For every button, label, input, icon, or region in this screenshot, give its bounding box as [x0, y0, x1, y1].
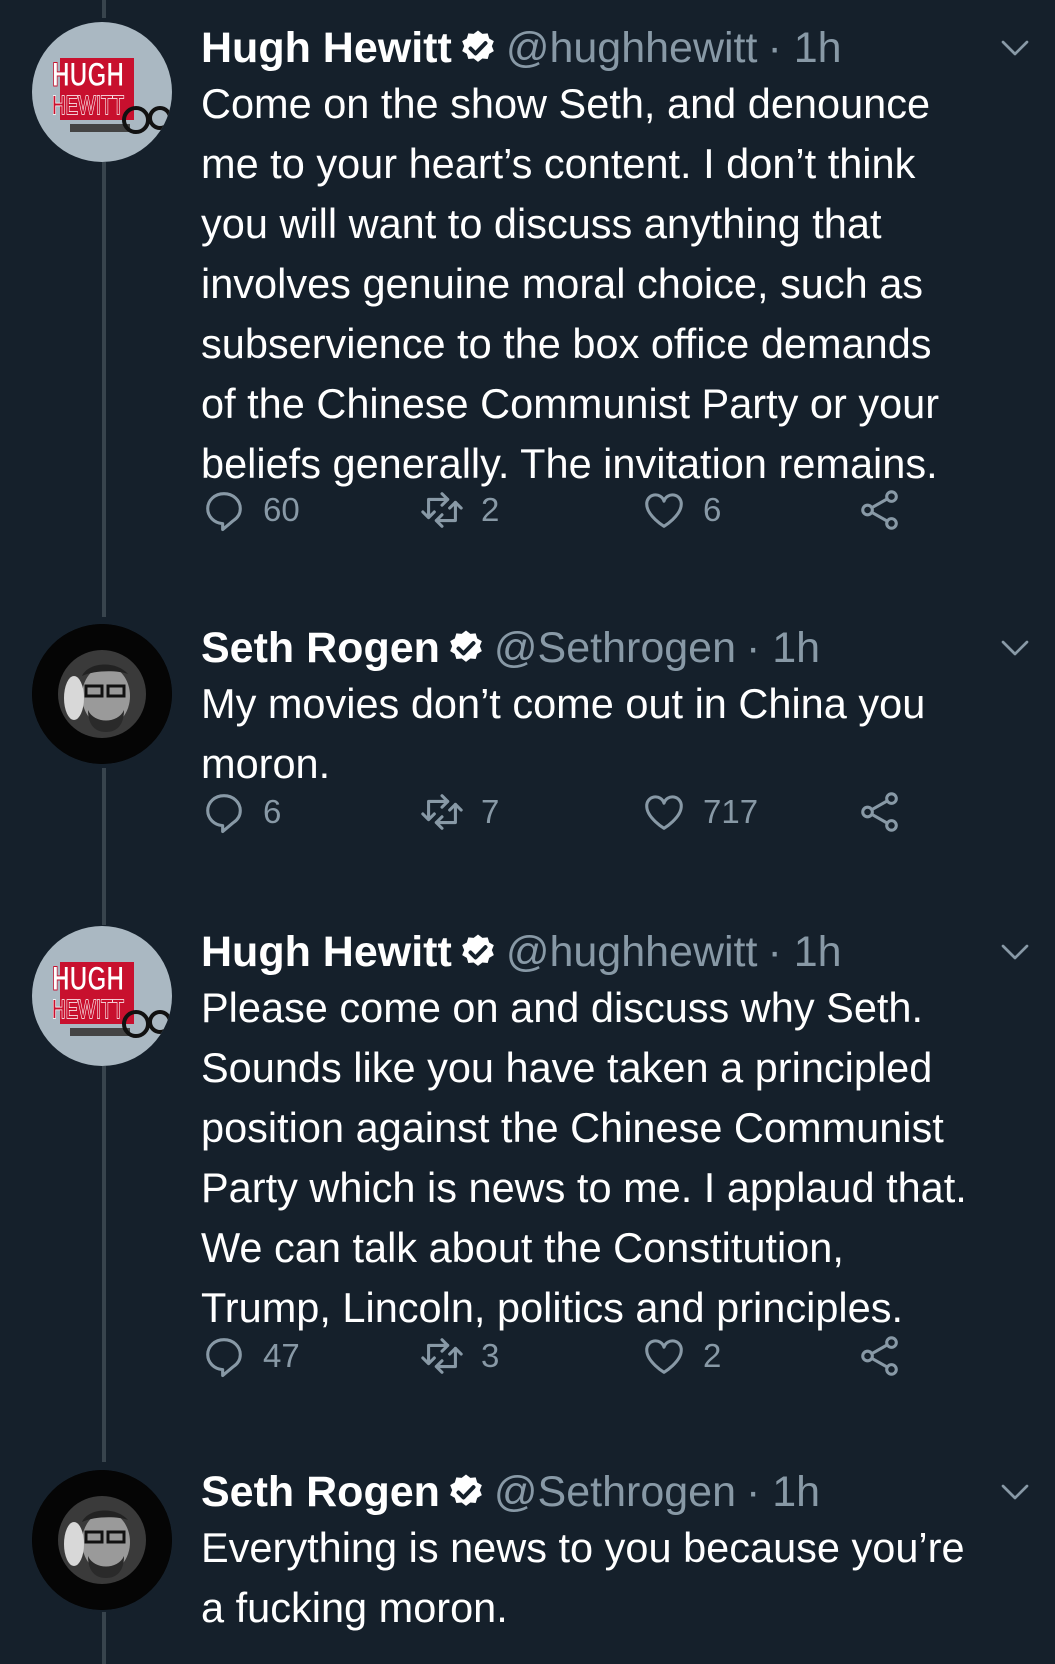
avatar[interactable]: HUGH HEWITT	[32, 926, 172, 1066]
svg-text:HUGH: HUGH	[52, 960, 124, 998]
reply-icon	[206, 492, 242, 532]
svg-text:HUGH: HUGH	[52, 56, 124, 94]
tweet-header: Seth Rogen @Sethrogen · 1h	[201, 618, 820, 678]
chevron-down-icon[interactable]	[997, 30, 1033, 66]
display-name[interactable]: Hugh Hewitt	[201, 18, 452, 78]
display-name[interactable]: Seth Rogen	[201, 1462, 440, 1522]
share-button[interactable]	[857, 480, 903, 540]
display-name[interactable]: Hugh Hewitt	[201, 922, 452, 982]
like-count: 717	[703, 793, 759, 830]
svg-text:HEWITT: HEWITT	[52, 994, 124, 1024]
reply-count: 47	[263, 1337, 300, 1374]
tweet-header: Seth Rogen @Sethrogen · 1h	[201, 1462, 820, 1522]
avatar[interactable]: HUGH HEWITT	[32, 22, 172, 162]
tweet-text: Please come on and discuss why Seth. Sou…	[201, 984, 967, 1331]
share-button[interactable]	[857, 782, 903, 842]
like-button[interactable]: 2	[641, 1326, 721, 1386]
tweet-actions: 60 2 6	[201, 480, 921, 540]
like-button[interactable]: 6	[641, 480, 721, 540]
retweet-count: 3	[481, 1337, 500, 1374]
handle[interactable]: @hughhewitt	[506, 922, 758, 982]
reply-button[interactable]: 47	[201, 1326, 300, 1386]
reply-button[interactable]: 6	[201, 782, 281, 842]
timestamp[interactable]: · 1h	[767, 922, 841, 982]
timestamp[interactable]: · 1h	[746, 1462, 820, 1522]
avatar[interactable]	[32, 624, 172, 764]
retweet-icon	[421, 1338, 463, 1374]
retweet-count: 7	[481, 793, 500, 830]
chevron-down-icon[interactable]	[997, 934, 1033, 970]
hugh-hewitt-logo-avatar: HUGH HEWITT	[51, 960, 172, 1038]
chevron-down-icon[interactable]	[997, 1474, 1033, 1510]
display-name[interactable]: Seth Rogen	[201, 618, 440, 678]
tweet[interactable]: Seth Rogen @Sethrogen · 1h Everything is…	[0, 1462, 1055, 1664]
like-count: 2	[703, 1337, 722, 1374]
verified-badge-icon	[458, 28, 498, 68]
retweet-count: 2	[481, 491, 500, 528]
verified-badge-icon	[458, 932, 498, 972]
tweet-text: My movies don’t come out in China you mo…	[201, 680, 926, 787]
share-icon	[861, 792, 898, 832]
svg-text:HEWITT: HEWITT	[52, 90, 124, 120]
thread-line	[102, 0, 106, 18]
tweet-text: Everything is news to you because you’re…	[201, 1524, 965, 1631]
handle[interactable]: @Sethrogen	[494, 618, 736, 678]
seth-rogen-photo-avatar	[32, 1470, 172, 1610]
reply-button[interactable]: 60	[201, 480, 300, 540]
handle[interactable]: @Sethrogen	[494, 1462, 736, 1522]
retweet-icon	[421, 794, 463, 830]
tweet-header: Hugh Hewitt @hughhewitt · 1h	[201, 18, 842, 78]
tweet-actions: 6 7 717	[201, 782, 921, 842]
chevron-down-icon[interactable]	[997, 630, 1033, 666]
share-icon	[861, 490, 898, 530]
timestamp[interactable]: · 1h	[746, 618, 820, 678]
seth-rogen-photo-avatar	[32, 624, 172, 764]
reply-icon	[206, 794, 242, 834]
avatar[interactable]	[32, 1470, 172, 1610]
verified-badge-icon	[446, 1472, 486, 1512]
share-icon	[861, 1336, 898, 1376]
retweet-button[interactable]: 2	[419, 480, 499, 540]
tweet[interactable]: HUGH HEWITT Hugh Hewitt @hughhewitt · 1h…	[0, 922, 1055, 1462]
timestamp[interactable]: · 1h	[767, 18, 841, 78]
tweet[interactable]: Seth Rogen @Sethrogen · 1h My movies don…	[0, 618, 1055, 924]
tweet-actions: 47 3 2	[201, 1326, 921, 1386]
share-button[interactable]	[857, 1326, 903, 1386]
verified-badge-icon	[446, 628, 486, 668]
reply-count: 6	[263, 793, 282, 830]
handle[interactable]: @hughhewitt	[506, 18, 758, 78]
reply-count: 60	[263, 491, 300, 528]
heart-icon	[645, 493, 683, 528]
tweet-header: Hugh Hewitt @hughhewitt · 1h	[201, 922, 842, 982]
retweet-button[interactable]: 3	[419, 1326, 499, 1386]
hugh-hewitt-logo-avatar: HUGH HEWITT	[51, 56, 172, 134]
heart-icon	[645, 795, 683, 830]
retweet-button[interactable]: 7	[419, 782, 499, 842]
tweet-text: Come on the show Seth, and denounce me t…	[201, 80, 940, 487]
retweet-icon	[421, 492, 463, 528]
like-count: 6	[703, 491, 722, 528]
heart-icon	[645, 1339, 683, 1374]
tweet[interactable]: HUGH HEWITT Hugh Hewitt @hughhewitt · 1h…	[0, 18, 1055, 618]
reply-icon	[206, 1338, 242, 1378]
like-button[interactable]: 717	[641, 782, 758, 842]
